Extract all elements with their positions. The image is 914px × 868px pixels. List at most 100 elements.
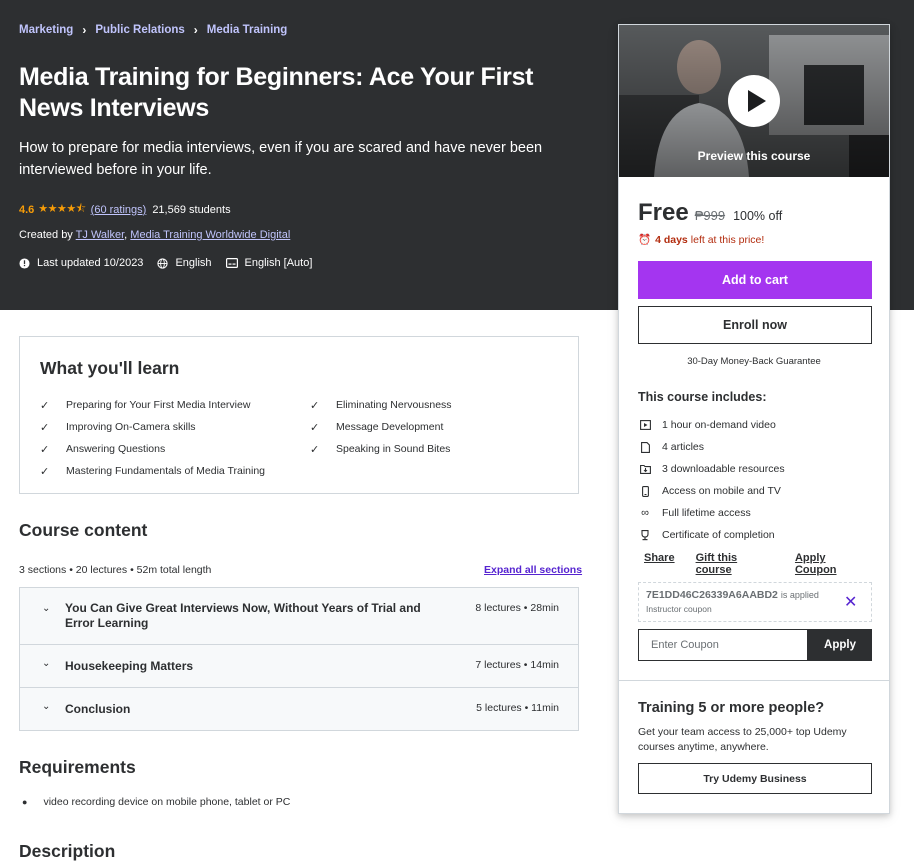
- captions-icon: [225, 258, 238, 268]
- learn-item: ✓ Message Development: [310, 421, 444, 434]
- created-by: Created by TJ Walker, Media Training Wor…: [19, 229, 291, 241]
- infinity-icon: ∞: [641, 507, 649, 519]
- section-accordion[interactable]: ⌄ Housekeeping Matters 7 lectures • 14mi…: [20, 645, 578, 688]
- include-item: Certificate of completion: [638, 524, 785, 546]
- what-you-will-learn: What you'll learn ✓ Preparing for Your Fi…: [19, 336, 579, 494]
- learn-item: ✓ Preparing for Your First Media Intervie…: [40, 399, 251, 412]
- business-title: Training 5 or more people?: [638, 700, 825, 716]
- check-icon: ✓: [310, 399, 320, 412]
- language: English: [157, 257, 212, 269]
- chevron-down-icon: ⌄: [42, 658, 51, 669]
- price-timer: ⏰ 4 days left at this price!: [638, 233, 765, 247]
- play-icon[interactable]: [728, 75, 780, 127]
- author-link-media-training-worldwide[interactable]: Media Training Worldwide Digital: [130, 229, 290, 241]
- include-item: ∞ Full lifetime access: [638, 502, 785, 524]
- divider: [619, 680, 889, 681]
- learn-item: ✓ Answering Questions: [40, 443, 166, 456]
- coupon-type: Instructor coupon: [646, 604, 712, 614]
- course-content-title: Course content: [19, 520, 148, 540]
- apply-coupon-link[interactable]: Apply Coupon: [795, 552, 868, 576]
- captions: English [Auto]: [225, 257, 312, 269]
- rating-row: 4.6 ★★★★⯪ (60 ratings) 21,569 students: [19, 200, 231, 219]
- chevron-down-icon: ⌄: [42, 701, 51, 712]
- learn-item: ✓ Mastering Fundamentals of Media Trainin…: [40, 465, 266, 478]
- enroll-now-button[interactable]: Enroll now: [638, 306, 872, 344]
- business-description: Get your team access to 25,000+ top Udem…: [638, 726, 847, 753]
- current-price: Free: [638, 199, 689, 226]
- learn-title: What you'll learn: [40, 358, 180, 378]
- article-icon: [638, 440, 652, 454]
- rating-value: 4.6: [19, 203, 35, 216]
- applied-coupon: 7E1DD46C26339A6AABD2 is applied Instruct…: [638, 582, 872, 622]
- section-title: Conclusion: [65, 702, 131, 716]
- include-item: 4 articles: [638, 436, 785, 458]
- try-udemy-business-button[interactable]: Try Udemy Business: [638, 763, 872, 794]
- globe-icon: [157, 257, 169, 269]
- chevron-down-icon: ⌄: [42, 603, 51, 614]
- breadcrumb-marketing[interactable]: Marketing: [19, 24, 73, 36]
- remove-coupon-close-icon[interactable]: ✕: [844, 592, 857, 612]
- course-preview-video[interactable]: Preview this course: [619, 25, 889, 177]
- section-info: 7 lectures • 14min: [475, 659, 559, 671]
- includes-title: This course includes:: [638, 390, 767, 404]
- bullet-icon: ●: [22, 797, 28, 807]
- coupon-code: 7E1DD46C26339A6AABD2: [646, 589, 778, 601]
- purchase-sidebar: Preview this course Free ₱999 100% off ⏰…: [618, 24, 890, 814]
- learn-item: ✓ Eliminating Nervousness: [310, 399, 452, 412]
- section-title: Housekeeping Matters: [65, 659, 194, 673]
- chevron-right-icon: ›: [193, 23, 198, 37]
- course-content-meta: 3 sections • 20 lectures • 52m total len…: [19, 564, 212, 576]
- course-subtitle: How to prepare for media interviews, eve…: [19, 140, 543, 178]
- apply-coupon-button[interactable]: Apply: [808, 629, 872, 661]
- description-title: Description: [19, 841, 116, 861]
- mobile-icon: [638, 484, 652, 498]
- include-item: 1 hour on-demand video: [638, 414, 785, 436]
- learn-item: ✓ Improving On-Camera skills: [40, 421, 196, 434]
- star-rating-icon: ★★★★⯪: [38, 203, 86, 215]
- sidebar-links: Share Gift this course Apply Coupon: [644, 552, 889, 576]
- breadcrumb-public-relations[interactable]: Public Relations: [95, 24, 184, 36]
- coupon-input[interactable]: [638, 629, 808, 661]
- add-to-cart-button[interactable]: Add to cart: [638, 261, 872, 299]
- learn-list: ✓ Preparing for Your First Media Intervie…: [40, 394, 570, 482]
- download-icon: [638, 462, 652, 476]
- breadcrumb-media-training[interactable]: Media Training: [207, 24, 288, 36]
- original-price: ₱999: [694, 208, 726, 223]
- preview-label: Preview this course: [697, 149, 811, 163]
- ratings-link[interactable]: (60 ratings): [91, 204, 147, 216]
- last-updated: Last updated 10/2023: [19, 257, 143, 269]
- chevron-right-icon: ›: [82, 23, 87, 37]
- money-back-guarantee: 30-Day Money-Back Guarantee: [687, 356, 821, 367]
- students-count: 21,569 students: [152, 203, 231, 216]
- section-accordion[interactable]: ⌄ You Can Give Great Interviews Now, Wit…: [20, 588, 578, 645]
- timer-text: left at this price!: [690, 233, 765, 246]
- section-accordion[interactable]: ⌄ Conclusion 5 lectures • 11min: [20, 688, 578, 730]
- requirement-item: ● video recording device on mobile phone…: [22, 796, 291, 808]
- section-info: 8 lectures • 28min: [475, 602, 559, 614]
- requirements-title: Requirements: [19, 757, 136, 777]
- video-icon: [638, 418, 652, 432]
- discount-percent: 100% off: [733, 209, 783, 223]
- coupon-applied-text: is applied: [780, 590, 819, 600]
- check-icon: ✓: [40, 443, 50, 456]
- course-title: Media Training for Beginners: Ace Your F…: [19, 63, 534, 122]
- created-by-label: Created by: [19, 229, 73, 241]
- includes-list: 1 hour on-demand video 4 articles 3 down…: [638, 414, 785, 546]
- alert-clock-icon: [19, 257, 30, 269]
- alarm-clock-icon: ⏰: [638, 234, 652, 246]
- include-item: Access on mobile and TV: [638, 480, 785, 502]
- gift-course-button[interactable]: Gift this course: [696, 552, 774, 576]
- check-icon: ✓: [40, 399, 50, 412]
- course-sections: ⌄ You Can Give Great Interviews Now, Wit…: [19, 587, 579, 731]
- trophy-icon: [638, 528, 652, 542]
- share-button[interactable]: Share: [644, 552, 675, 576]
- check-icon: ✓: [40, 465, 50, 478]
- include-item: 3 downloadable resources: [638, 458, 785, 480]
- price-row: Free ₱999 100% off: [638, 199, 782, 227]
- check-icon: ✓: [310, 443, 320, 456]
- expand-all-sections-button[interactable]: Expand all sections: [484, 564, 582, 576]
- check-icon: ✓: [40, 421, 50, 434]
- course-meta: Last updated 10/2023 English English [Au…: [19, 257, 326, 269]
- timer-days: 4 days: [655, 233, 688, 246]
- author-link-tj-walker[interactable]: TJ Walker: [76, 229, 125, 241]
